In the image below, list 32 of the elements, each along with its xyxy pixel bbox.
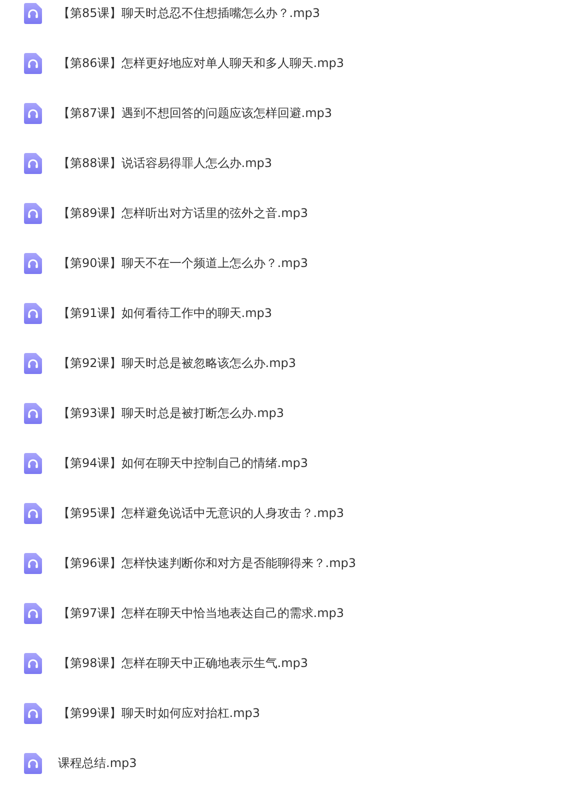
file-name[interactable]: 课程总结.mp3 (58, 754, 137, 772)
audio-file-icon (24, 352, 42, 374)
audio-file-icon (24, 552, 42, 574)
audio-file-icon (24, 102, 42, 124)
audio-file-icon (24, 252, 42, 274)
file-name[interactable]: 【第96课】怎样快速判断你和对方是否能聊得来？.mp3 (58, 554, 356, 572)
file-name[interactable]: 【第94课】如何在聊天中控制自己的情绪.mp3 (58, 454, 308, 472)
file-name[interactable]: 【第87课】遇到不想回答的问题应该怎样回避.mp3 (58, 104, 332, 122)
file-name[interactable]: 【第89课】怎样听出对方话里的弦外之音.mp3 (58, 204, 308, 222)
audio-file-icon (24, 752, 42, 774)
file-name[interactable]: 【第91课】如何看待工作中的聊天.mp3 (58, 304, 272, 322)
file-name[interactable]: 【第95课】怎样避免说话中无意识的人身攻击？.mp3 (58, 504, 344, 522)
file-name[interactable]: 【第90课】聊天不在一个频道上怎么办？.mp3 (58, 254, 308, 272)
file-name[interactable]: 【第92课】聊天时总是被忽略该怎么办.mp3 (58, 354, 296, 372)
file-name[interactable]: 【第97课】怎样在聊天中恰当地表达自己的需求.mp3 (58, 604, 344, 622)
file-name[interactable]: 【第99课】聊天时如何应对抬杠.mp3 (58, 704, 260, 722)
audio-file-icon (24, 52, 42, 74)
audio-file-icon (24, 602, 42, 624)
audio-file-icon (24, 402, 42, 424)
file-name[interactable]: 【第86课】怎样更好地应对单人聊天和多人聊天.mp3 (58, 54, 344, 72)
file-name[interactable]: 【第85课】聊天时总忍不住想插嘴怎么办？.mp3 (58, 4, 320, 22)
audio-file-icon (24, 452, 42, 474)
file-name[interactable]: 【第98课】怎样在聊天中正确地表示生气.mp3 (58, 654, 308, 672)
audio-file-icon (24, 502, 42, 524)
audio-file-icon (24, 302, 42, 324)
audio-file-icon (24, 202, 42, 224)
audio-file-icon (24, 652, 42, 674)
file-name[interactable]: 【第88课】说话容易得罪人怎么办.mp3 (58, 154, 272, 172)
file-name[interactable]: 【第93课】聊天时总是被打断怎么办.mp3 (58, 404, 284, 422)
audio-file-icon (24, 152, 42, 174)
audio-file-icon (24, 2, 42, 24)
audio-file-icon (24, 702, 42, 724)
